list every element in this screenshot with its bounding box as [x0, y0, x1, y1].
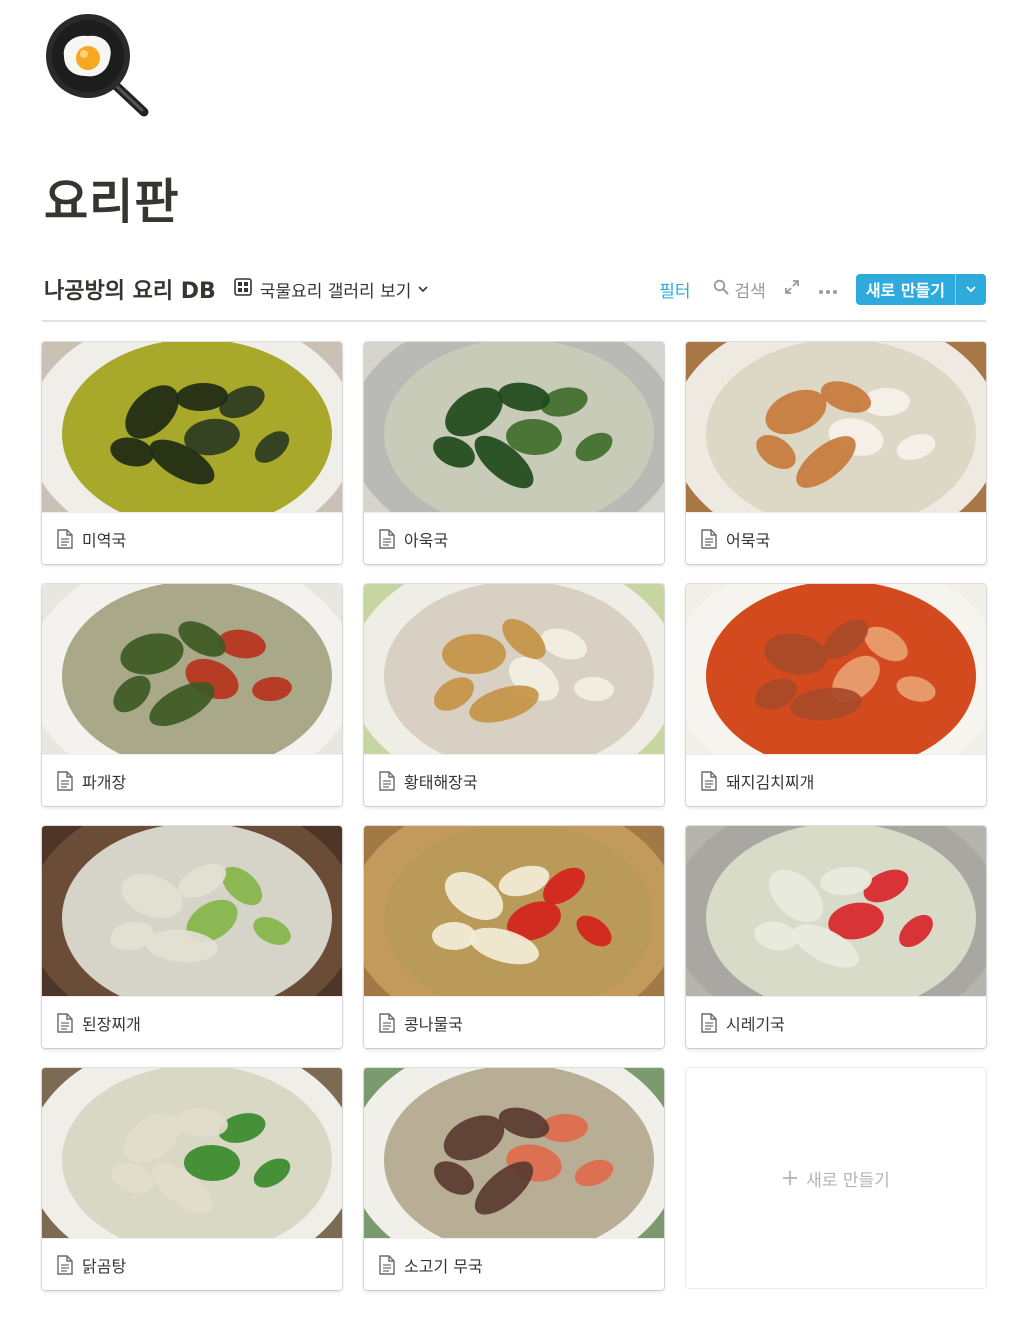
- card-title-row: 돼지김치찌개: [686, 754, 986, 806]
- page-document-icon: [700, 529, 718, 549]
- search-button[interactable]: 검색: [713, 277, 766, 302]
- view-name: 국물요리 갤러리 보기: [259, 281, 412, 302]
- card-title: 시레기국: [726, 1015, 785, 1034]
- card-title: 어묵국: [726, 531, 771, 550]
- page-document-icon: [378, 1013, 396, 1033]
- expand-arrows-icon: [784, 279, 800, 299]
- chevron-down-icon: [417, 280, 429, 299]
- gallery-card[interactable]: 파개장: [42, 584, 342, 806]
- card-title: 콩나물국: [404, 1015, 463, 1034]
- card-title: 닭곰탕: [82, 1257, 127, 1276]
- card-title: 된장찌개: [82, 1015, 141, 1034]
- expand-button[interactable]: [784, 279, 800, 299]
- card-photo: [364, 826, 664, 996]
- gallery-card[interactable]: 어묵국: [686, 342, 986, 564]
- page-document-icon: [56, 1013, 74, 1033]
- card-photo: [364, 342, 664, 512]
- card-photo: [364, 584, 664, 754]
- card-title: 미역국: [82, 531, 127, 550]
- more-dots-icon: [818, 280, 838, 299]
- card-photo: [686, 342, 986, 512]
- gallery-card[interactable]: 미역국: [42, 342, 342, 564]
- page-document-icon: [700, 1013, 718, 1033]
- database-title[interactable]: 나공방의 요리 DB: [44, 273, 216, 305]
- database-header: 나공방의 요리 DB 국물요리 갤러리 보기 필터 검색 새로 만들기: [42, 270, 986, 308]
- new-page-button[interactable]: 새로 만들기: [856, 274, 955, 305]
- card-title-row: 시레기국: [686, 996, 986, 1048]
- header-divider: [42, 320, 986, 322]
- new-card-button[interactable]: 새로 만들기: [686, 1068, 986, 1288]
- card-photo: [686, 584, 986, 754]
- card-title-row: 미역국: [42, 512, 342, 564]
- filter-button[interactable]: 필터: [659, 277, 690, 302]
- new-card-label: 새로 만들기: [806, 1170, 890, 1191]
- gallery-card[interactable]: 닭곰탕: [42, 1068, 342, 1290]
- card-photo: [364, 1068, 664, 1238]
- card-title-row: 콩나물국: [364, 996, 664, 1048]
- page-document-icon: [56, 1255, 74, 1275]
- new-card-content: 새로 만들기: [782, 1166, 890, 1191]
- card-title: 파개장: [82, 773, 127, 792]
- gallery-card[interactable]: 콩나물국: [364, 826, 664, 1048]
- gallery-card[interactable]: 아욱국: [364, 342, 664, 564]
- chevron-down-icon: [965, 280, 977, 299]
- card-title: 황태해장국: [404, 773, 478, 792]
- more-options-button[interactable]: [818, 280, 838, 299]
- card-title: 아욱국: [404, 531, 449, 550]
- gallery-card[interactable]: 시레기국: [686, 826, 986, 1048]
- page-document-icon: [378, 529, 396, 549]
- card-photo: [42, 342, 342, 512]
- card-photo: [686, 826, 986, 996]
- plus-icon: [782, 1170, 798, 1186]
- card-title: 소고기 무국: [404, 1257, 483, 1276]
- gallery-card[interactable]: 소고기 무국: [364, 1068, 664, 1290]
- new-dropdown-button[interactable]: [955, 273, 986, 305]
- card-title-row: 소고기 무국: [364, 1238, 664, 1290]
- page-document-icon: [700, 771, 718, 791]
- search-label: 검색: [734, 281, 766, 302]
- new-button: 새로 만들기: [855, 273, 986, 305]
- search-icon: [713, 279, 729, 300]
- gallery-card[interactable]: 된장찌개: [42, 826, 342, 1048]
- card-title-row: 아욱국: [364, 512, 664, 564]
- card-title: 돼지김치찌개: [726, 773, 815, 792]
- card-title-row: 닭곰탕: [42, 1238, 342, 1290]
- view-switcher[interactable]: 국물요리 갤러리 보기: [233, 277, 430, 302]
- page-document-icon: [378, 1255, 396, 1275]
- card-title-row: 어묵국: [686, 512, 986, 564]
- card-photo: [42, 826, 342, 996]
- page-document-icon: [378, 771, 396, 791]
- page-document-icon: [56, 771, 74, 791]
- page-document-icon: [56, 529, 74, 549]
- frying-pan-egg-icon[interactable]: [44, 12, 152, 118]
- card-title-row: 파개장: [42, 754, 342, 806]
- card-photo: [42, 1068, 342, 1238]
- gallery-grid-icon: [233, 278, 252, 300]
- page-title: 요리판: [44, 174, 180, 230]
- card-title-row: 황태해장국: [364, 754, 664, 806]
- gallery-card[interactable]: 황태해장국: [364, 584, 664, 806]
- gallery-card[interactable]: 돼지김치찌개: [686, 584, 986, 806]
- card-title-row: 된장찌개: [42, 996, 342, 1048]
- card-photo: [42, 584, 342, 754]
